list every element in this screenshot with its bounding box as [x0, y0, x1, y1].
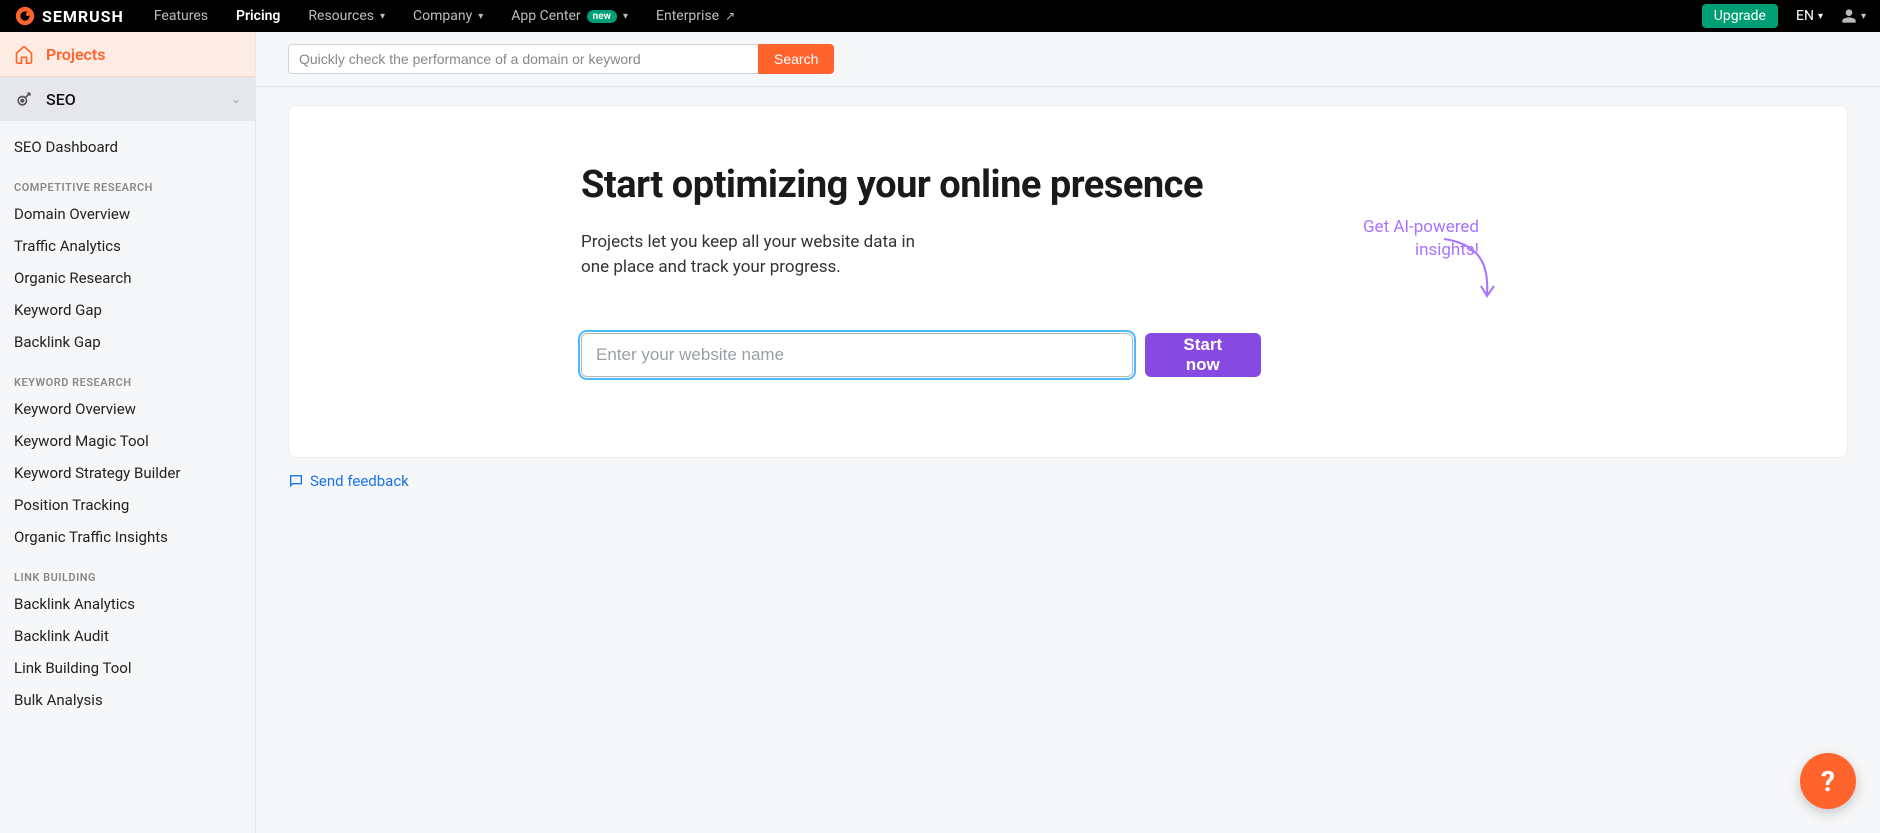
sidebar-item[interactable]: Organic Research: [0, 262, 255, 294]
callout-arrow-icon: [1439, 234, 1499, 304]
primary-nav: Features Pricing Resources▾ Company▾ App…: [154, 8, 735, 24]
sidebar-seo-toggle[interactable]: SEO ⌄: [0, 77, 255, 121]
chevron-down-icon: ▾: [380, 11, 385, 22]
sidebar-item[interactable]: Backlink Audit: [0, 620, 255, 652]
quick-search-row: Search: [256, 32, 1880, 87]
main-area: Search Start optimizing your online pres…: [256, 32, 1880, 833]
start-now-button[interactable]: Start now: [1145, 333, 1262, 377]
top-right-controls: Upgrade EN▾ ▾: [1702, 4, 1866, 28]
chevron-down-icon: ▾: [478, 11, 483, 22]
sidebar-seo-label: SEO: [46, 90, 219, 109]
sidebar-item[interactable]: Bulk Analysis: [0, 684, 255, 716]
new-badge: new: [587, 10, 617, 23]
top-navbar: SEMRUSH Features Pricing Resources▾ Comp…: [0, 0, 1880, 32]
sidebar-item[interactable]: Keyword Overview: [0, 393, 255, 425]
nav-resources[interactable]: Resources▾: [308, 8, 385, 24]
user-icon: [1841, 8, 1857, 24]
sidebar-projects[interactable]: Projects: [0, 32, 255, 77]
sidebar-projects-label: Projects: [46, 45, 106, 64]
nav-company[interactable]: Company▾: [413, 8, 483, 24]
quick-search-input[interactable]: [288, 44, 758, 74]
sidebar: Projects SEO ⌄ SEO Dashboard COMPETITIVE…: [0, 32, 256, 833]
sidebar-item[interactable]: Organic Traffic Insights: [0, 521, 255, 553]
chevron-down-icon: ▾: [1861, 11, 1866, 22]
sidebar-item[interactable]: Backlink Analytics: [0, 588, 255, 620]
projects-hero-card: Start optimizing your online presence Pr…: [288, 105, 1848, 458]
sidebar-heading: COMPETITIVE RESEARCH: [0, 163, 255, 198]
sidebar-item[interactable]: Position Tracking: [0, 489, 255, 521]
chat-icon: [288, 473, 304, 489]
sidebar-item[interactable]: Keyword Gap: [0, 294, 255, 326]
chevron-down-icon: ▾: [1818, 11, 1823, 22]
help-button[interactable]: ?: [1800, 753, 1856, 809]
semrush-logo-icon: [14, 5, 36, 27]
sidebar-item[interactable]: Keyword Strategy Builder: [0, 457, 255, 489]
nav-enterprise[interactable]: Enterprise↗: [656, 8, 735, 24]
hero-subtitle: Projects let you keep all your website d…: [581, 230, 941, 281]
sidebar-item[interactable]: Traffic Analytics: [0, 230, 255, 262]
user-menu[interactable]: ▾: [1841, 8, 1866, 24]
sidebar-item[interactable]: SEO Dashboard: [0, 131, 255, 163]
website-name-input[interactable]: [581, 333, 1133, 377]
sidebar-item[interactable]: Backlink Gap: [0, 326, 255, 358]
hero-title: Start optimizing your online presence: [581, 164, 1261, 208]
external-link-icon: ↗: [725, 9, 735, 23]
brand-logo[interactable]: SEMRUSH: [14, 5, 124, 27]
sidebar-heading: KEYWORD RESEARCH: [0, 358, 255, 393]
brand-name: SEMRUSH: [42, 7, 124, 26]
nav-pricing[interactable]: Pricing: [236, 8, 280, 24]
upgrade-button[interactable]: Upgrade: [1702, 4, 1778, 28]
home-icon: [14, 44, 34, 64]
quick-search-button[interactable]: Search: [758, 44, 834, 74]
target-icon: [14, 89, 34, 109]
sidebar-heading: LINK BUILDING: [0, 553, 255, 588]
nav-app-center[interactable]: App Centernew▾: [511, 8, 628, 24]
send-feedback-link[interactable]: Send feedback: [288, 472, 1848, 490]
nav-features[interactable]: Features: [154, 8, 208, 24]
chevron-down-icon: ⌄: [231, 92, 241, 106]
sidebar-item[interactable]: Link Building Tool: [0, 652, 255, 684]
chevron-down-icon: ▾: [623, 11, 628, 22]
sidebar-item[interactable]: Keyword Magic Tool: [0, 425, 255, 457]
language-selector[interactable]: EN▾: [1796, 8, 1823, 24]
sidebar-item[interactable]: Domain Overview: [0, 198, 255, 230]
